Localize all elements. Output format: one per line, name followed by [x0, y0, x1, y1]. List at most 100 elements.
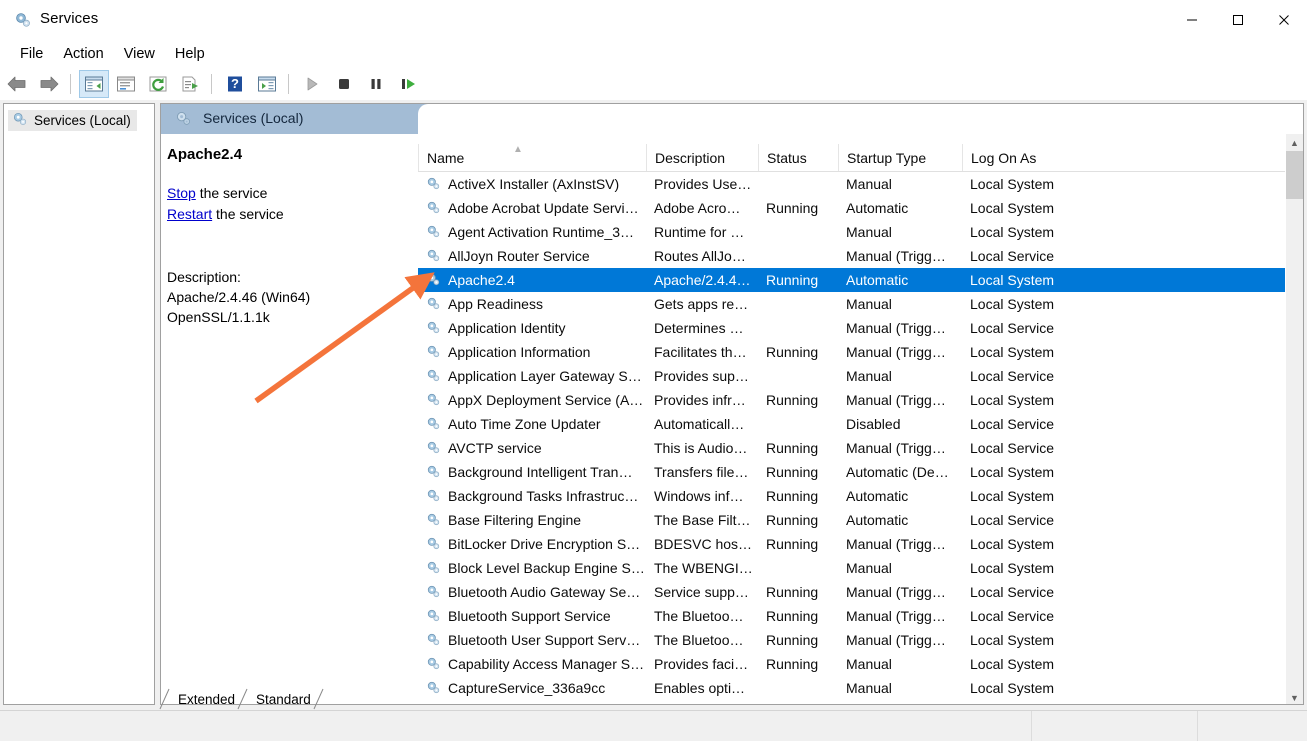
- show-hide-console-tree-button[interactable]: [79, 70, 109, 98]
- services-gear-icon: [14, 11, 32, 29]
- cell-logon: Local System: [962, 220, 1102, 244]
- back-button[interactable]: [2, 70, 32, 98]
- cell-name: Apache2.4: [418, 268, 646, 292]
- table-row[interactable]: Application InformationFacilitates th…Ru…: [418, 340, 1288, 364]
- cell-description: Provides infr…: [646, 388, 758, 412]
- cell-startup: Automatic: [838, 196, 962, 220]
- cell-description: Runtime for …: [646, 220, 758, 244]
- scrollbar-thumb[interactable]: [1286, 151, 1303, 199]
- cell-status: Running: [758, 460, 838, 484]
- table-row[interactable]: Capability Access Manager S…Provides fac…: [418, 652, 1288, 676]
- table-row[interactable]: Background Intelligent Tran…Transfers fi…: [418, 460, 1288, 484]
- table-header-row: ▲ NameDescriptionStatusStartup TypeLog O…: [418, 144, 1288, 172]
- pause-service-button[interactable]: [361, 70, 391, 98]
- tab-standard[interactable]: Standard: [244, 688, 323, 710]
- column-header-startup-type[interactable]: Startup Type: [838, 144, 962, 171]
- cell-name: Background Tasks Infrastruc…: [418, 484, 646, 508]
- cell-logon: Local Service: [962, 244, 1102, 268]
- refresh-button[interactable]: [143, 70, 173, 98]
- menu-help[interactable]: Help: [165, 43, 215, 65]
- pane-header-notch: [418, 104, 1303, 134]
- cell-startup: Automatic: [838, 484, 962, 508]
- description-line-1: Apache/2.4.46 (Win64): [167, 287, 404, 307]
- cell-startup: Manual (Trigg…: [838, 580, 962, 604]
- column-header-status[interactable]: Status: [758, 144, 838, 171]
- table-row[interactable]: Bluetooth Support ServiceThe Bluetoo…Run…: [418, 604, 1288, 628]
- table-row[interactable]: Application Layer Gateway S…Provides sup…: [418, 364, 1288, 388]
- cell-startup: Automatic (De…: [838, 460, 962, 484]
- cell-startup: Manual (Trigg…: [838, 388, 962, 412]
- help-button[interactable]: ?: [220, 70, 250, 98]
- content-pane: Services (Local) Apache2.4 Stop the serv…: [160, 103, 1304, 705]
- cell-logon: Local System: [962, 172, 1102, 196]
- cell-status: [758, 244, 838, 268]
- cell-name: App Readiness: [418, 292, 646, 316]
- cell-startup: Manual (Trigg…: [838, 532, 962, 556]
- table-row[interactable]: Bluetooth User Support Serv…The Bluetoo……: [418, 628, 1288, 652]
- column-header-description[interactable]: Description: [646, 144, 758, 171]
- cell-description: Provides sup…: [646, 364, 758, 388]
- table-row[interactable]: AppX Deployment Service (A…Provides infr…: [418, 388, 1288, 412]
- cell-startup: Automatic: [838, 268, 962, 292]
- column-header-log-on-as[interactable]: Log On As: [962, 144, 1102, 171]
- stop-service-button[interactable]: [329, 70, 359, 98]
- table-row[interactable]: ActiveX Installer (AxInstSV)Provides Use…: [418, 172, 1288, 196]
- cell-description: Provides faci…: [646, 652, 758, 676]
- menu-view[interactable]: View: [114, 43, 165, 65]
- cell-description: The Bluetoo…: [646, 628, 758, 652]
- cell-status: Running: [758, 340, 838, 364]
- cell-name: Bluetooth User Support Serv…: [418, 628, 646, 652]
- restart-service-button[interactable]: [393, 70, 423, 98]
- scroll-up-button[interactable]: ▲: [1286, 134, 1303, 151]
- properties-button[interactable]: [111, 70, 141, 98]
- cell-startup: Manual (Trigg…: [838, 628, 962, 652]
- table-row[interactable]: Base Filtering EngineThe Base Filt…Runni…: [418, 508, 1288, 532]
- table-row[interactable]: App ReadinessGets apps re…ManualLocal Sy…: [418, 292, 1288, 316]
- services-table: ▲ NameDescriptionStatusStartup TypeLog O…: [418, 134, 1303, 705]
- table-row[interactable]: Block Level Backup Engine S…The WBENGI…M…: [418, 556, 1288, 580]
- column-header-name[interactable]: Name: [418, 144, 646, 171]
- table-row[interactable]: Agent Activation Runtime_3…Runtime for ……: [418, 220, 1288, 244]
- vertical-scrollbar[interactable]: ▲ ▼: [1285, 134, 1303, 705]
- cell-logon: Local Service: [962, 316, 1102, 340]
- restart-service-link[interactable]: Restart: [167, 206, 212, 222]
- stop-service-link[interactable]: Stop: [167, 185, 196, 201]
- cell-logon: Local System: [962, 340, 1102, 364]
- cell-name: AllJoyn Router Service: [418, 244, 646, 268]
- menu-action[interactable]: Action: [53, 43, 113, 65]
- minimize-button[interactable]: [1169, 0, 1215, 40]
- cell-status: Running: [758, 268, 838, 292]
- cell-status: Running: [758, 508, 838, 532]
- table-row[interactable]: Auto Time Zone UpdaterAutomaticall…Disab…: [418, 412, 1288, 436]
- cell-startup: Manual: [838, 172, 962, 196]
- show-action-pane-button[interactable]: [252, 70, 282, 98]
- table-row[interactable]: Background Tasks Infrastruc…Windows inf……: [418, 484, 1288, 508]
- cell-name: Base Filtering Engine: [418, 508, 646, 532]
- maximize-button[interactable]: [1215, 0, 1261, 40]
- table-row[interactable]: Application IdentityDetermines …Manual (…: [418, 316, 1288, 340]
- table-row[interactable]: AVCTP serviceThis is Audio…RunningManual…: [418, 436, 1288, 460]
- cell-status: Running: [758, 196, 838, 220]
- start-service-button[interactable]: [297, 70, 327, 98]
- cell-startup: Automatic: [838, 508, 962, 532]
- title-bar: Services: [0, 0, 1307, 41]
- tree-item-services-local[interactable]: Services (Local): [8, 110, 137, 131]
- table-row[interactable]: AllJoyn Router ServiceRoutes AllJo…Manua…: [418, 244, 1288, 268]
- table-row[interactable]: Apache2.4Apache/2.4.4…RunningAutomaticLo…: [418, 268, 1288, 292]
- export-list-button[interactable]: [175, 70, 205, 98]
- cell-logon: Local System: [962, 460, 1102, 484]
- menu-file[interactable]: File: [10, 43, 53, 65]
- toolbar-separator: [211, 74, 212, 94]
- table-row[interactable]: Bluetooth Audio Gateway Se…Service supp……: [418, 580, 1288, 604]
- services-gear-icon: [175, 110, 192, 132]
- cell-name: Agent Activation Runtime_3…: [418, 220, 646, 244]
- description-line-2: OpenSSL/1.1.1k: [167, 307, 404, 327]
- cell-description: Determines …: [646, 316, 758, 340]
- forward-button[interactable]: [34, 70, 64, 98]
- table-row[interactable]: BitLocker Drive Encryption S…BDESVC hos……: [418, 532, 1288, 556]
- cell-description: Windows inf…: [646, 484, 758, 508]
- close-button[interactable]: [1261, 0, 1307, 40]
- services-window: Services File Action View Help: [0, 0, 1307, 741]
- table-row[interactable]: Adobe Acrobat Update Servi…Adobe Acro…Ru…: [418, 196, 1288, 220]
- tab-extended[interactable]: Extended: [166, 688, 247, 710]
